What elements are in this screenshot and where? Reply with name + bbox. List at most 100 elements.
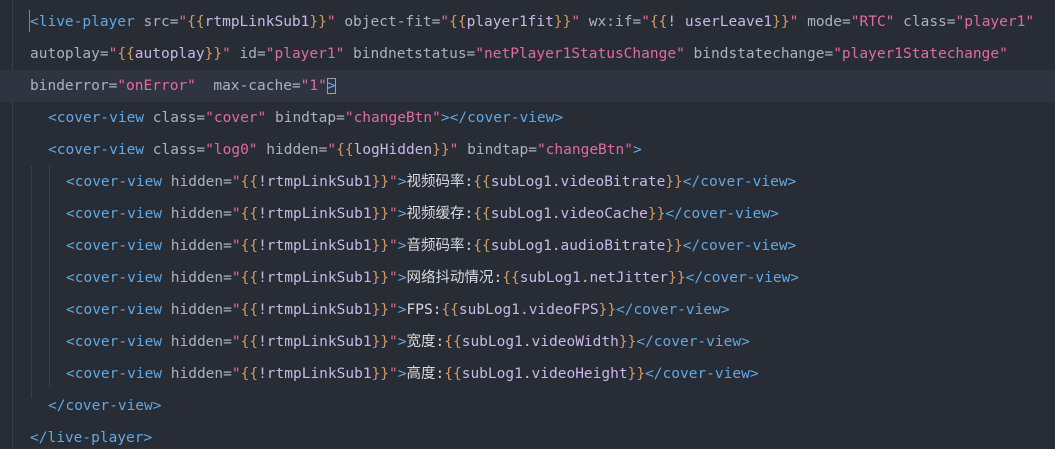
code-token: class=: [894, 14, 956, 30]
code-token: >: [397, 366, 407, 382]
code-token: <cover-view: [66, 174, 171, 190]
code-token: }}: [371, 302, 390, 318]
code-token: <cover-view: [48, 110, 153, 126]
code-line-2[interactable]: <cover-view class="cover" bindtap="chang…: [0, 102, 1055, 134]
line-text: autoplay="{{autoplay}}" id="player1" bin…: [30, 38, 1008, 70]
code-token: bindtap=: [458, 142, 537, 158]
code-line-3[interactable]: <cover-view class="log0" hidden="{{logHi…: [0, 134, 1055, 166]
line-text: <cover-view hidden="{{!rtmpLinkSub1}}">高…: [66, 358, 759, 390]
code-token: !rtmpLinkSub1: [258, 302, 372, 318]
code-token: </cover-view>: [682, 174, 797, 190]
code-token: hidden=: [170, 334, 232, 350]
code-token: }}: [371, 238, 390, 254]
code-token: ": [389, 238, 398, 254]
code-token: {{: [336, 142, 354, 158]
code-token: }}: [204, 46, 223, 62]
code-token: !rtmpLinkSub1: [258, 270, 372, 286]
code-token: 宽度:: [406, 334, 445, 350]
code-token: "changeBtn": [344, 110, 441, 126]
code-token: ": [641, 14, 650, 30]
code-token: {{: [117, 46, 135, 62]
code-token: subLog1.videoHeight: [461, 366, 628, 382]
code-line-4[interactable]: <cover-view hidden="{{!rtmpLinkSub1}}">视…: [0, 166, 1055, 198]
code-token: subLog1.videoFPS: [458, 302, 599, 318]
code-token: hidden=: [170, 206, 232, 222]
line-text: <cover-view hidden="{{!rtmpLinkSub1}}">视…: [66, 198, 779, 230]
code-token: </cover-view>: [682, 238, 797, 254]
code-token: ": [231, 238, 241, 254]
code-token: 视频缓存:: [406, 206, 474, 222]
code-token: src=: [143, 14, 179, 30]
code-token: 视频码率:: [406, 174, 474, 190]
code-token: "changeBtn": [536, 142, 633, 158]
code-token: 网络抖动情况:: [406, 270, 503, 286]
code-line-5[interactable]: <cover-view hidden="{{!rtmpLinkSub1}}">视…: [0, 198, 1055, 230]
line-text: <cover-view class="cover" bindtap="chang…: [48, 102, 563, 134]
code-token: ></cover-view>: [440, 110, 564, 126]
code-line-12[interactable]: </live-player>: [0, 422, 1055, 449]
code-token: }}: [627, 366, 646, 382]
code-token: bindnetstatus=: [344, 46, 476, 62]
code-token: </cover-view>: [616, 302, 730, 318]
code-token: ": [389, 174, 398, 190]
code-token: </cover-view>: [665, 206, 779, 222]
code-line-1-wrap-2[interactable]: autoplay="{{autoplay}}" id="player1" bin…: [0, 38, 1055, 70]
code-token: ": [231, 174, 241, 190]
code-token: </cover-view>: [636, 334, 750, 350]
code-token: {{: [473, 174, 491, 190]
code-line-10[interactable]: <cover-view hidden="{{!rtmpLinkSub1}}">高…: [0, 358, 1055, 390]
code-token: }}: [371, 270, 390, 286]
code-token: subLog1.videoBitrate: [490, 174, 666, 190]
code-token: ": [231, 270, 241, 286]
code-token: hidden=: [257, 142, 328, 158]
code-token: {{: [240, 238, 259, 254]
code-token: "onError": [117, 78, 196, 94]
code-line-9[interactable]: <cover-view hidden="{{!rtmpLinkSub1}}">宽…: [0, 326, 1055, 358]
code-token: ": [231, 206, 241, 222]
code-token: !rtmpLinkSub1: [258, 366, 372, 382]
code-token: bindstatechange=: [684, 46, 834, 62]
code-token: hidden=: [170, 238, 232, 254]
code-token: >: [397, 270, 407, 286]
code-token: ": [222, 46, 231, 62]
line-text: <cover-view hidden="{{!rtmpLinkSub1}}">音…: [66, 230, 796, 262]
code-editor[interactable]: <live-player src="{{rtmpLinkSub1}}" obje…: [0, 0, 1055, 449]
code-token: "1": [300, 78, 327, 94]
code-token: <cover-view: [66, 206, 171, 222]
code-line-6[interactable]: <cover-view hidden="{{!rtmpLinkSub1}}">音…: [0, 230, 1055, 262]
code-token: >: [397, 238, 407, 254]
line-text: </cover-view>: [48, 390, 162, 422]
code-token: {{: [649, 14, 668, 30]
code-token: mode=: [798, 14, 851, 30]
code-token: ": [389, 206, 398, 222]
code-token: hidden=: [170, 174, 232, 190]
code-line-8[interactable]: <cover-view hidden="{{!rtmpLinkSub1}}">F…: [0, 294, 1055, 326]
code-line-11[interactable]: </cover-view>: [0, 390, 1055, 422]
line-text: binderror="onError" max-cache="1">: [30, 70, 336, 102]
code-token: ": [440, 14, 450, 30]
code-token: {{: [444, 366, 462, 382]
code-token: {{: [187, 14, 205, 30]
code-token: >: [397, 334, 407, 350]
code-token: ": [389, 302, 398, 318]
code-token: hidden=: [170, 366, 232, 382]
code-token: }}: [309, 14, 327, 30]
line-text: <cover-view hidden="{{!rtmpLinkSub1}}">F…: [66, 294, 730, 326]
code-line-1[interactable]: <live-player src="{{rtmpLinkSub1}}" obje…: [0, 6, 1055, 38]
code-token: subLog1.videoWidth: [461, 334, 619, 350]
code-line-1-wrap-3[interactable]: binderror="onError" max-cache="1">: [0, 70, 1055, 102]
code-token: 音频码率:: [406, 238, 474, 254]
code-token: hidden=: [170, 302, 232, 318]
code-line-7[interactable]: <cover-view hidden="{{!rtmpLinkSub1}}">网…: [0, 262, 1055, 294]
code-token: }}: [371, 366, 390, 382]
code-token: <cover-view: [66, 366, 171, 382]
line-text: <live-player src="{{rtmpLinkSub1}}" obje…: [30, 6, 1034, 38]
code-token: </live-player>: [30, 430, 153, 446]
code-token: ": [231, 302, 241, 318]
code-token: }}: [618, 334, 637, 350]
code-token: hidden=: [170, 270, 232, 286]
code-token: player1fit: [466, 14, 554, 30]
code-token: }}: [772, 14, 790, 30]
code-token: ": [108, 46, 118, 62]
code-token: </cover-view>: [685, 270, 800, 286]
